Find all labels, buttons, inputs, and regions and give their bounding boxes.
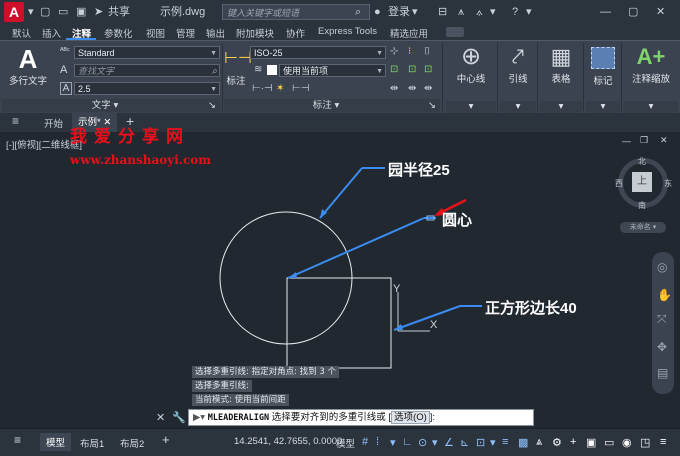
coordinates-readout[interactable]: 14.2541, 42.7655, 0.0000 (234, 436, 342, 447)
snap-icon[interactable]: ⁞ (376, 436, 379, 448)
add-layout-icon[interactable]: + (162, 432, 170, 447)
ucs-y-label: Y (393, 283, 401, 295)
osnap-chevron-icon[interactable]: ▾ (490, 436, 496, 449)
command-history-line: 选择多重引线: 指定对角点: 找到 3 个 (192, 366, 339, 378)
command-history-line: 当前模式: 使用当前间距 (192, 394, 289, 406)
command-name: MLEADERALIGN (207, 413, 270, 423)
hamburger-menu-icon[interactable]: ≡ (14, 433, 21, 447)
center-leader-line[interactable] (287, 217, 425, 279)
steering-wheel-icon[interactable]: ◎ (657, 260, 667, 274)
customize-icon[interactable]: 🔧 (172, 411, 186, 424)
square-entity[interactable] (286, 277, 392, 369)
osnap-icon[interactable]: ⊡ (476, 436, 485, 449)
command-option-button[interactable]: 选项(O) (391, 411, 430, 424)
radius-leader-line[interactable] (319, 167, 363, 219)
command-history-line: 选择多重引线: (192, 380, 252, 392)
orbit-icon[interactable]: ✥ (657, 340, 667, 354)
grid-icon[interactable]: # (362, 436, 368, 448)
status-bar: ≡ 模型 布局1 布局2 + 14.2541, 42.7655, 0.0000 … (0, 428, 680, 456)
model-space-button[interactable]: 模型 (336, 436, 355, 450)
customize-status-icon[interactable]: ≡ (660, 436, 666, 448)
command-prompt-icon: ▶▾ (193, 412, 206, 423)
units-icon[interactable]: ▣ (586, 436, 596, 449)
square-annotation[interactable]: 正方形边长40 (485, 297, 577, 318)
viewcube-top-face[interactable]: 上 (632, 172, 652, 192)
tab-layout1[interactable]: 布局1 (80, 436, 104, 450)
ortho-icon[interactable]: ∟ (402, 436, 413, 448)
center-annotation[interactable]: 圆心 (442, 209, 472, 230)
quick-properties-icon[interactable]: ▭ (604, 436, 614, 449)
osnap-track-icon[interactable]: ⊾ (460, 436, 469, 449)
compass-east[interactable]: 东 (664, 178, 672, 189)
close-command-line-icon[interactable]: ✕ (156, 411, 165, 424)
lineweight-icon[interactable]: ≡ (502, 436, 508, 448)
wcs-label: 未命名 (629, 224, 651, 231)
tab-layout2[interactable]: 布局2 (120, 436, 144, 450)
radius-annotation[interactable]: 园半径25 (388, 159, 450, 180)
navigation-bar: ◎ ✋ ⤧ ✥ ▤ (652, 252, 674, 394)
annotation-monitor-icon[interactable]: + (570, 436, 576, 448)
command-line-input[interactable]: ▶▾ MLEADERALIGN 选择要对齐到的多重引线或 [选项(O)]: (188, 409, 534, 426)
clean-screen-icon[interactable]: ◳ (640, 436, 650, 449)
workspace-icon[interactable]: ⚙ (552, 436, 562, 449)
ucs-x-label: X (430, 319, 438, 331)
isodraft-icon[interactable]: ∠ (444, 436, 454, 449)
annotation-scale-icon[interactable]: ⩓ (536, 436, 542, 449)
zoom-extents-icon[interactable]: ⤧ (657, 312, 667, 327)
viewcube[interactable]: 北 南 东 西 上 未命名 ▾ (612, 156, 674, 238)
isolate-objects-icon[interactable]: ◉ (622, 436, 632, 449)
command-prompt-text: 选择要对齐到的多重引线或 [ (271, 412, 392, 423)
center-leader-arrow (288, 272, 297, 278)
command-prompt-suffix: ]: (429, 412, 436, 423)
showmotion-icon[interactable]: ▤ (657, 366, 668, 380)
pan-icon[interactable]: ✋ (657, 288, 672, 302)
compass-south[interactable]: 南 (638, 200, 646, 211)
polar-icon[interactable]: ⊙ (418, 436, 427, 449)
polar-chevron-icon[interactable]: ▾ (432, 436, 438, 449)
wcs-menu[interactable]: 未命名 ▾ (620, 222, 666, 233)
compass-west[interactable]: 西 (615, 178, 623, 189)
square-leader-line[interactable] (393, 305, 461, 331)
drawing-geometry (219, 167, 482, 369)
compass-north[interactable]: 北 (638, 156, 646, 167)
tab-model[interactable]: 模型 (40, 433, 72, 451)
transparency-icon[interactable]: ▩ (518, 436, 528, 449)
snap-chevron-icon[interactable]: ▾ (390, 436, 396, 449)
